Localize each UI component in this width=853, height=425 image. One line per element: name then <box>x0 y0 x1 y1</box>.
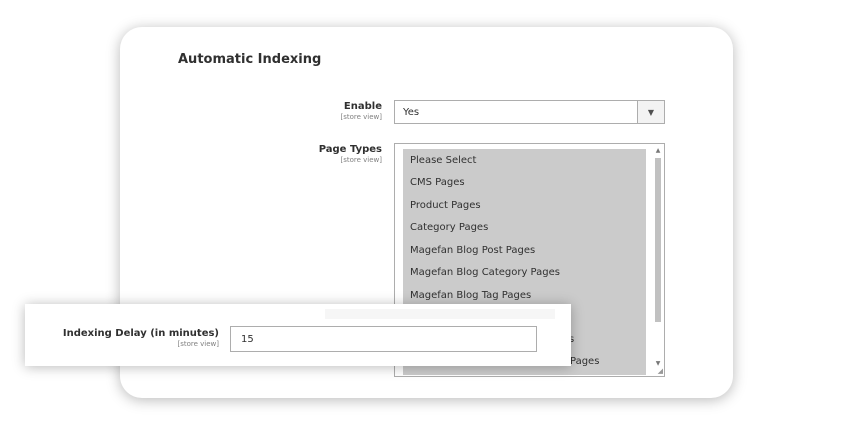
indexing-delay-scope: [store view] <box>177 340 219 348</box>
page-types-scope: [store view] <box>340 156 382 164</box>
enable-select-value: Yes <box>403 107 420 118</box>
enable-label: Enable [store view] <box>232 101 382 122</box>
indexing-delay-input[interactable]: 15 <box>230 326 537 352</box>
option-blog-tag-pages[interactable]: Magefan Blog Tag Pages <box>410 290 531 301</box>
page-types-label-text: Page Types <box>318 144 382 155</box>
multiselect-scrollbar[interactable]: ▲ ▼ <box>654 147 662 375</box>
enable-label-text: Enable <box>343 101 382 112</box>
enable-scope: [store view] <box>340 113 382 121</box>
option-please-select[interactable]: Please Select <box>410 155 476 166</box>
scroll-up-icon[interactable]: ▲ <box>654 147 662 154</box>
panel-shadow-strip <box>325 309 555 319</box>
page-types-label: Page Types [store view] <box>232 144 382 165</box>
option-blog-post-pages[interactable]: Magefan Blog Post Pages <box>410 245 535 256</box>
option-cms-pages[interactable]: CMS Pages <box>410 177 465 188</box>
option-product-pages[interactable]: Product Pages <box>410 200 481 211</box>
section-title: Automatic Indexing <box>178 52 322 67</box>
indexing-delay-label-text: Indexing Delay (in minutes) <box>62 328 219 339</box>
resize-handle-icon[interactable]: ◢ <box>658 367 663 375</box>
indexing-delay-panel: Indexing Delay (in minutes) [store view]… <box>25 304 571 366</box>
option-blog-category-pages[interactable]: Magefan Blog Category Pages <box>410 267 560 278</box>
option-category-pages[interactable]: Category Pages <box>410 222 488 233</box>
option-partial-2[interactable]: Pages <box>570 356 599 367</box>
indexing-delay-label: Indexing Delay (in minutes) [store view] <box>45 328 219 349</box>
scroll-down-icon[interactable]: ▼ <box>654 360 662 367</box>
chevron-down-icon[interactable]: ▼ <box>637 101 664 123</box>
scrollbar-thumb[interactable] <box>655 158 661 322</box>
indexing-delay-value: 15 <box>241 334 254 345</box>
enable-select[interactable]: Yes ▼ <box>394 100 665 124</box>
